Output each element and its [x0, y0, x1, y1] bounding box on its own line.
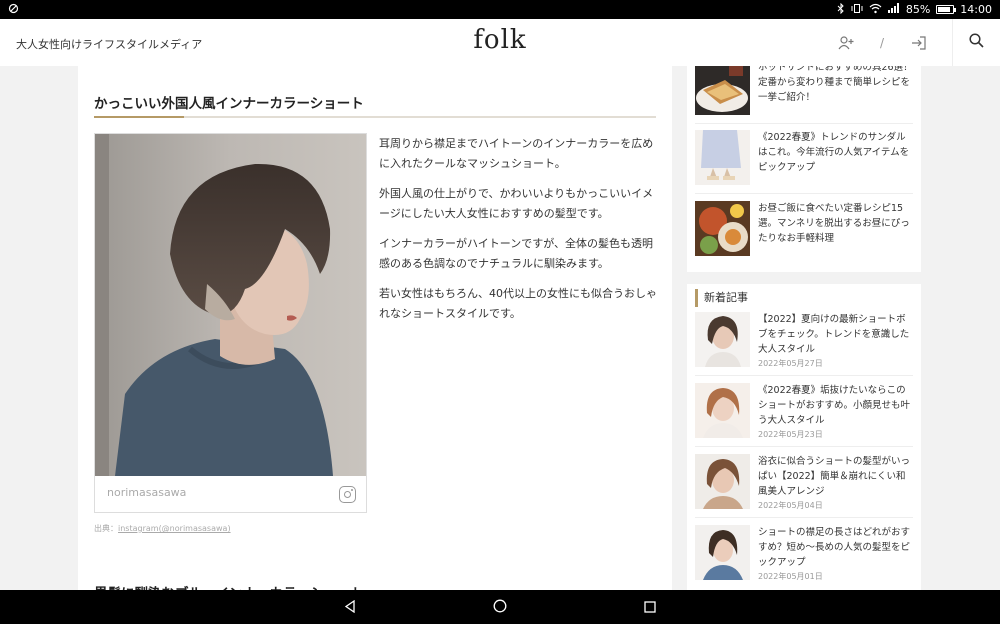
- paragraph: インナーカラーがハイトーンですが、全体の髪色も透明 感のある色調なのでナチュラル…: [379, 237, 654, 270]
- article-date: 2022年05月04日: [758, 501, 823, 510]
- article-thumbnail[interactable]: [695, 312, 750, 367]
- instagram-icon[interactable]: [339, 486, 356, 503]
- list-item[interactable]: 《2022春夏》垢抜けたいならこのショートがおすすめ。小顔見せも叶う大人スタイル…: [695, 383, 913, 441]
- instagram-username[interactable]: norimasasawa: [107, 486, 186, 499]
- next-section-heading: 黒髪に馴染むブルーインナーカラーショート: [94, 582, 364, 590]
- article-title[interactable]: 【2022】夏向けの最新ショートボブをチェック。トレンドを意識した大人スタイル: [758, 312, 913, 357]
- notification-icon: [8, 3, 19, 17]
- article-title[interactable]: 浴衣に似合うショートの髪型がいっぱい【2022】簡単＆崩れにくい和風美人アレンジ: [758, 454, 913, 499]
- image-source: 出典：instagram(@norimasasawa): [94, 523, 231, 534]
- divider: [695, 517, 913, 518]
- site-header: 大人女性向けライフスタイルメディア folk /: [0, 19, 1000, 66]
- vibrate-icon: [851, 3, 863, 17]
- article-date: 2022年05月01日: [758, 572, 823, 581]
- article-title[interactable]: ホットサンドにおすすめの具26選！定番から変わり種まで簡単レシピを一挙ご紹介！: [758, 66, 913, 115]
- heading-underline: [94, 116, 656, 118]
- article-date: 2022年05月23日: [758, 430, 823, 439]
- home-icon: [493, 598, 507, 617]
- source-link[interactable]: instagram(@norimasasawa): [118, 524, 231, 533]
- wifi-icon: [869, 3, 882, 17]
- article-thumbnail[interactable]: [695, 383, 750, 438]
- paragraph: 外国人風の仕上がりで、かわいいよりもかっこいいイメ ージにしたい大人女性におすす…: [379, 187, 654, 220]
- recents-button[interactable]: [575, 590, 725, 624]
- search-icon: [969, 33, 984, 52]
- sidebar-popular: ホットサンドにおすすめの具26選！定番から変わり種まで簡単レシピを一挙ご紹介！ …: [687, 66, 921, 272]
- article-title[interactable]: お昼ご飯に食べたい定番レシピ15選。マンネリを脱出するお昼にぴったりなお手軽料理: [758, 201, 913, 256]
- battery-icon: [936, 5, 957, 14]
- battery-percent: 85%: [905, 3, 931, 16]
- home-button[interactable]: [425, 590, 575, 624]
- divider: [695, 193, 913, 194]
- search-button[interactable]: [952, 19, 1000, 66]
- article-thumbnail[interactable]: [695, 201, 750, 256]
- article-title[interactable]: 《2022春夏》トレンドのサンダルはこれ。今年流行の人気アイテムをピックアップ: [758, 130, 913, 185]
- article-content: かっこいい外国人風インナーカラーショート norimasasawa 出典：ins…: [78, 66, 672, 590]
- section-heading: かっこいい外国人風インナーカラーショート: [94, 96, 364, 112]
- paragraph: 若い女性はもちろん、40代以上の女性にも似合うおしゃ れなショートスタイルです。: [379, 287, 657, 320]
- status-bar: 85% 14:00: [0, 0, 1000, 19]
- divider: [695, 375, 913, 376]
- article-thumbnail[interactable]: [695, 525, 750, 580]
- article-title[interactable]: ショートの襟足の長さはどれがおすすめ？短め〜長めの人気の髪型をピックアップ: [758, 525, 913, 570]
- list-item[interactable]: ホットサンドにおすすめの具26選！定番から変わり種まで簡単レシピを一挙ご紹介！: [695, 66, 913, 115]
- article-thumbnail[interactable]: [695, 66, 750, 115]
- recents-icon: [644, 598, 656, 617]
- divider: [695, 446, 913, 447]
- sidebar-new-articles: 新着記事 【2022】夏向けの最新ショートボブをチェック。トレンドを意識した大人…: [687, 284, 921, 590]
- clock: 14:00: [960, 3, 992, 16]
- paragraph: 耳周りから襟足までハイトーンのインナーカラーを広め に入れたクールなマッシュショ…: [379, 137, 654, 170]
- battery-fill: [938, 7, 951, 12]
- article-date: 2022年05月27日: [758, 359, 823, 368]
- article-thumbnail[interactable]: [695, 454, 750, 509]
- back-button[interactable]: [275, 590, 425, 624]
- bluetooth-icon: [837, 2, 845, 17]
- source-prefix: 出典：: [94, 524, 118, 533]
- instagram-embed[interactable]: norimasasawa: [94, 133, 367, 513]
- list-item[interactable]: 【2022】夏向けの最新ショートボブをチェック。トレンドを意識した大人スタイル …: [695, 312, 913, 370]
- list-item[interactable]: 浴衣に似合うショートの髪型がいっぱい【2022】簡単＆崩れにくい和風美人アレンジ…: [695, 454, 913, 512]
- signal-icon: [887, 3, 900, 16]
- sidebar-heading: 新着記事: [695, 289, 748, 307]
- list-item[interactable]: お昼ご飯に食べたい定番レシピ15選。マンネリを脱出するお昼にぴったりなお手軽料理: [695, 201, 913, 256]
- system-navigation-bar: [0, 590, 1000, 624]
- divider: [695, 123, 913, 124]
- list-item[interactable]: 《2022春夏》トレンドのサンダルはこれ。今年流行の人気アイテムをピックアップ: [695, 130, 913, 185]
- header-separator: /: [879, 35, 884, 50]
- login-icon[interactable]: [908, 33, 928, 53]
- list-item[interactable]: ショートの襟足の長さはどれがおすすめ？短め〜長めの人気の髪型をピックアップ 20…: [695, 525, 913, 583]
- user-add-icon[interactable]: [836, 33, 856, 53]
- article-body: 耳周りから襟足までハイトーンのインナーカラーを広め に入れたクールなマッシュショ…: [379, 134, 661, 334]
- hairstyle-photo[interactable]: [95, 134, 366, 476]
- back-icon: [344, 598, 356, 617]
- article-title[interactable]: 《2022春夏》垢抜けたいならこのショートがおすすめ。小顔見せも叶う大人スタイル: [758, 383, 913, 428]
- article-thumbnail[interactable]: [695, 130, 750, 185]
